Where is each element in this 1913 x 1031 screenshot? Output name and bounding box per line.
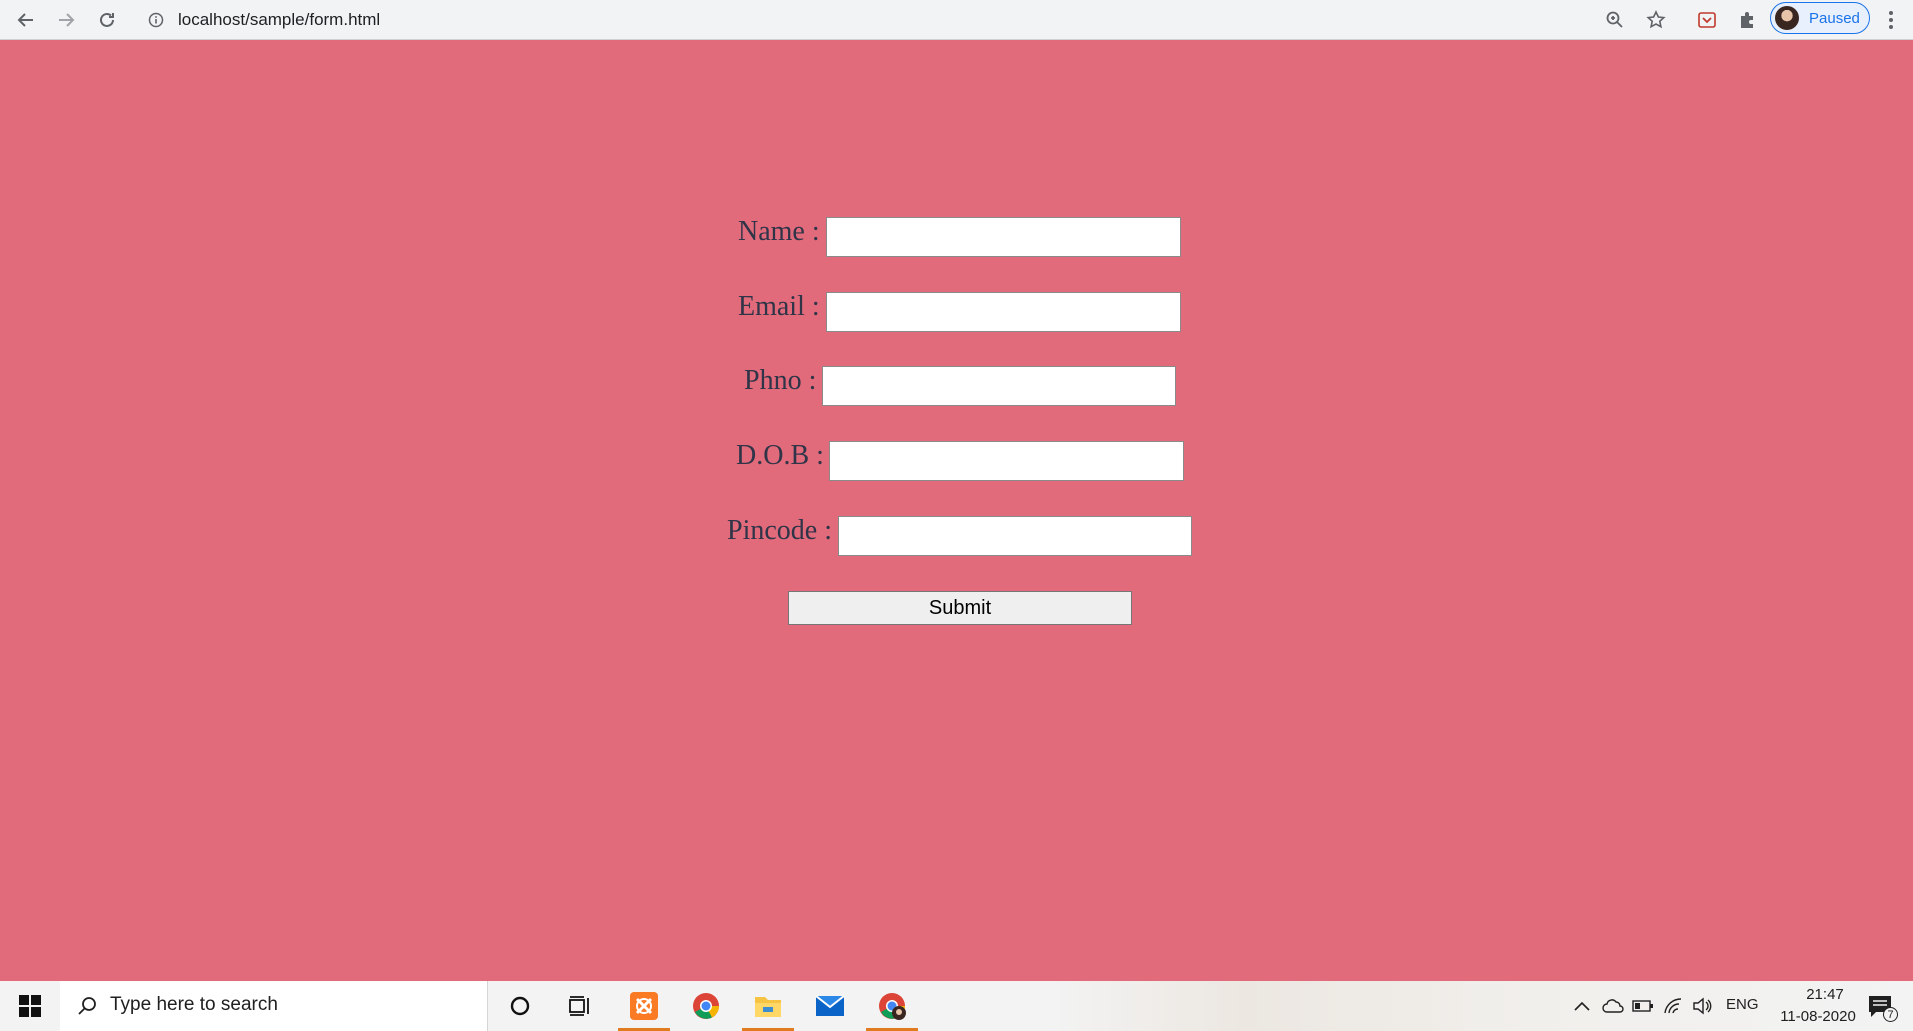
battery-tray[interactable] bbox=[1631, 995, 1655, 1017]
cortana-icon bbox=[510, 996, 530, 1016]
search-placeholder: Type here to search bbox=[110, 994, 278, 1015]
dob-label: D.O.B : bbox=[736, 440, 824, 471]
wifi-icon bbox=[1664, 998, 1682, 1014]
star-icon bbox=[1646, 10, 1666, 29]
xampp-icon bbox=[630, 992, 658, 1020]
url-text[interactable]: localhost/sample/form.html bbox=[178, 10, 380, 30]
start-button[interactable] bbox=[0, 981, 60, 1031]
arrow-left-icon bbox=[17, 13, 33, 27]
pincode-input[interactable] bbox=[838, 516, 1192, 556]
cortana-button[interactable] bbox=[494, 981, 546, 1031]
info-icon[interactable] bbox=[148, 12, 164, 28]
show-hidden-icons-button[interactable] bbox=[1572, 995, 1592, 1017]
page-content: Name : Email : Phno : D.O.B : Pincode : … bbox=[0, 40, 1913, 981]
bookmark-button[interactable] bbox=[1643, 7, 1669, 33]
dob-input[interactable] bbox=[829, 441, 1184, 481]
phno-input[interactable] bbox=[822, 366, 1176, 406]
submit-button[interactable]: Submit bbox=[788, 591, 1132, 625]
phno-label: Phno : bbox=[744, 365, 817, 396]
zoom-button[interactable] bbox=[1602, 7, 1628, 33]
language-indicator[interactable]: ENG bbox=[1726, 996, 1759, 1013]
reload-button[interactable] bbox=[93, 6, 121, 34]
pincode-label: Pincode : bbox=[727, 515, 832, 546]
extensions-button[interactable] bbox=[1734, 7, 1760, 33]
search-icon bbox=[78, 997, 96, 1015]
chrome-profile-icon bbox=[879, 993, 906, 1020]
name-input[interactable] bbox=[826, 217, 1181, 257]
arrow-right-icon bbox=[59, 13, 75, 27]
chevron-up-icon bbox=[1574, 1001, 1590, 1011]
avatar bbox=[1775, 6, 1799, 30]
wifi-tray[interactable] bbox=[1661, 995, 1685, 1017]
task-view-icon bbox=[569, 996, 589, 1016]
volume-tray[interactable] bbox=[1690, 995, 1714, 1017]
mail-button[interactable] bbox=[804, 981, 856, 1031]
profile-status: Paused bbox=[1809, 10, 1860, 27]
xampp-button[interactable] bbox=[618, 981, 670, 1031]
email-label: Email : bbox=[738, 291, 820, 322]
email-input[interactable] bbox=[826, 292, 1181, 332]
windows-logo-icon bbox=[19, 995, 41, 1017]
notification-badge: 7 bbox=[1883, 1007, 1898, 1022]
mail-icon bbox=[815, 995, 845, 1016]
browser-toolbar: localhost/sample/form.html Paused bbox=[0, 0, 1913, 40]
back-button[interactable] bbox=[12, 6, 40, 34]
clock-time[interactable]: 21:47 bbox=[1785, 986, 1865, 1003]
speaker-icon bbox=[1693, 997, 1712, 1015]
puzzle-icon bbox=[1741, 12, 1753, 28]
taskbar-search[interactable]: Type here to search bbox=[60, 981, 488, 1031]
cloud-icon bbox=[1602, 999, 1624, 1013]
address-bar[interactable]: localhost/sample/form.html bbox=[136, 4, 1766, 36]
zoom-icon bbox=[1606, 11, 1623, 28]
pocket-extension-button[interactable] bbox=[1694, 7, 1720, 33]
name-label: Name : bbox=[738, 216, 820, 247]
taskbar: Type here to search ENG 21:47 11-08-2020… bbox=[0, 981, 1913, 1031]
task-view-button[interactable] bbox=[554, 981, 606, 1031]
profile-button[interactable]: Paused bbox=[1770, 2, 1870, 34]
more-vert-icon[interactable] bbox=[1880, 6, 1902, 34]
pocket-icon bbox=[1698, 12, 1716, 28]
forward-button[interactable] bbox=[52, 6, 80, 34]
file-explorer-icon bbox=[755, 997, 781, 1017]
clock-date[interactable]: 11-08-2020 bbox=[1768, 1008, 1868, 1025]
onedrive-tray[interactable] bbox=[1601, 995, 1625, 1017]
reload-icon bbox=[100, 12, 114, 27]
chrome-button[interactable] bbox=[680, 981, 732, 1031]
chrome-icon bbox=[693, 993, 719, 1019]
file-explorer-button[interactable] bbox=[742, 981, 794, 1031]
chrome-profile-button[interactable] bbox=[866, 981, 918, 1031]
battery-icon bbox=[1632, 1000, 1653, 1012]
